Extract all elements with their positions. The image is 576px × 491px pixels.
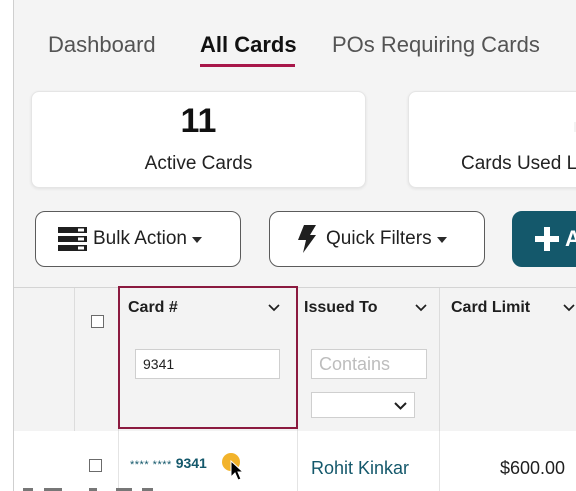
tab-bar: Dashboard All Cards POs Requiring Cards: [14, 24, 576, 70]
active-tab-underline: [200, 64, 295, 67]
quick-filters-label: Quick Filters: [326, 228, 432, 249]
quick-filters-button[interactable]: Quick Filters: [269, 211, 485, 267]
column-divider: [118, 431, 119, 491]
tab-pos-requiring-cards[interactable]: POs Requiring Cards: [332, 32, 540, 58]
mouse-pointer-icon: [230, 460, 244, 481]
chevron-down-icon: [394, 402, 407, 410]
card-number-link[interactable]: **** **** 9341: [130, 455, 207, 471]
active-cards-stat: 11 Active Cards: [31, 91, 366, 188]
active-cards-count: 11: [180, 102, 217, 140]
issued-to-filter-select[interactable]: [311, 392, 415, 418]
issued-to-link[interactable]: Rohit Kinkar: [311, 458, 409, 479]
lightning-bolt-icon: [298, 225, 316, 253]
issued-to-filter-input[interactable]: [311, 349, 427, 379]
column-divider: [297, 431, 298, 491]
column-header-issued-to[interactable]: Issued To: [304, 299, 378, 317]
add-card-label: A: [565, 226, 576, 252]
card-number-last-digits: 9341: [175, 455, 207, 471]
next-row-fragments: [23, 488, 153, 491]
table-row[interactable]: **** **** 9341 Rohit Kinkar $600.00: [14, 431, 576, 491]
grid-header: Card # Issued To Card Limit: [14, 286, 576, 432]
app-frame: Dashboard All Cards POs Requiring Cards …: [13, 0, 576, 491]
tab-dashboard[interactable]: Dashboard: [48, 32, 156, 58]
card-number-mask: **** ****: [130, 459, 172, 471]
column-divider: [439, 431, 440, 491]
card-number-column-highlight: [118, 286, 298, 429]
select-all-checkbox[interactable]: [91, 315, 104, 328]
chevron-down-icon[interactable]: [415, 302, 427, 314]
bulk-action-icon: [58, 227, 87, 251]
plus-icon: [535, 227, 559, 251]
tab-all-cards[interactable]: All Cards: [200, 32, 297, 58]
active-cards-label: Active Cards: [144, 153, 253, 174]
cards-grid: Card # Issued To Card Limit 9341 Contain…: [14, 286, 576, 491]
top-area: Dashboard All Cards POs Requiring Cards …: [14, 0, 576, 288]
chevron-down-icon: [192, 237, 202, 243]
chevron-down-icon[interactable]: [563, 302, 575, 314]
chevron-down-icon: [436, 237, 447, 243]
bulk-action-label: Bulk Action: [93, 228, 187, 249]
cards-used-label: Cards Used L: [461, 153, 576, 174]
row-checkbox[interactable]: [89, 459, 102, 472]
card-limit-value: $600.00: [500, 458, 566, 478]
add-card-button[interactable]: A: [512, 211, 576, 267]
column-header-card-limit[interactable]: Card Limit: [451, 299, 530, 317]
column-divider: [439, 288, 440, 431]
cards-used-stat: Cards Used L: [408, 91, 576, 188]
column-divider: [74, 288, 75, 431]
bulk-action-button[interactable]: Bulk Action: [35, 211, 241, 267]
